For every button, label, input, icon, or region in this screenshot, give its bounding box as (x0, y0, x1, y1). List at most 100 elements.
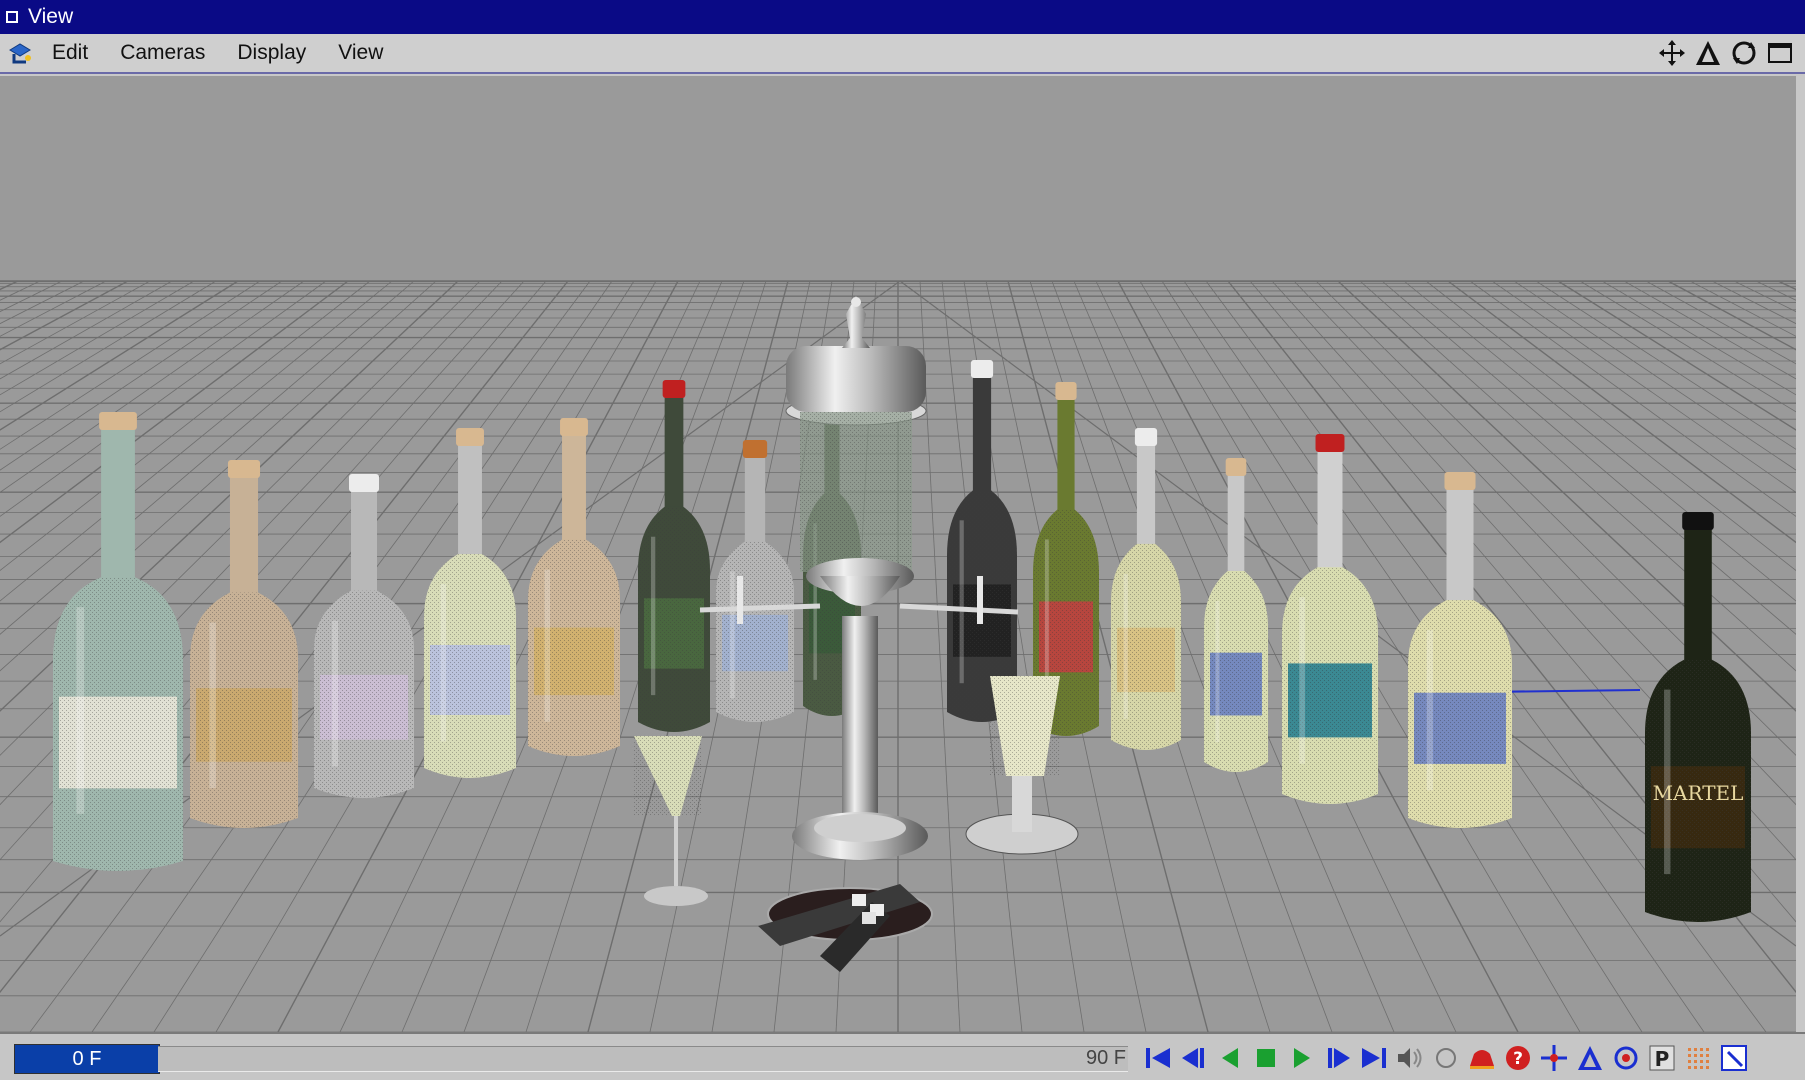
bottle[interactable]: MARTEL (1645, 512, 1751, 922)
bottle-cap (456, 428, 484, 446)
next-key-icon[interactable] (1322, 1042, 1354, 1074)
bottle[interactable] (424, 428, 516, 778)
title-bar: View (0, 0, 1805, 34)
grid-line (1513, 280, 1796, 471)
grid-line (0, 280, 63, 313)
rotate-view-icon[interactable] (1729, 38, 1759, 68)
rotation-key-icon[interactable] (1610, 1042, 1642, 1074)
grid-line (1469, 280, 1796, 517)
3d-viewport[interactable]: MARTEL (0, 76, 1796, 1032)
bottle-highlight (1215, 601, 1220, 743)
stop-icon[interactable] (1250, 1042, 1282, 1074)
bottle-highlight (209, 622, 216, 789)
absinthe-spoon[interactable] (758, 884, 933, 972)
viewport-nav-icons (1657, 38, 1795, 68)
timeline-slider[interactable] (158, 1046, 1128, 1072)
bottle-neck (1317, 448, 1343, 582)
bottle-neck (351, 488, 377, 605)
scale-key-icon[interactable] (1574, 1042, 1606, 1074)
cinema-app-icon[interactable] (6, 38, 36, 68)
bottle-highlight (650, 536, 656, 696)
bottle-neck (1227, 472, 1245, 586)
end-frame-label: 90 F (1085, 1047, 1126, 1069)
bottle-neck (1684, 526, 1712, 674)
position-key-icon[interactable] (1538, 1042, 1570, 1074)
parameter-key-icon[interactable]: P (1646, 1042, 1678, 1074)
bottle[interactable] (1204, 458, 1268, 772)
svg-text:?: ? (1513, 1049, 1523, 1069)
point-level-icon[interactable] (1682, 1042, 1714, 1074)
bottle-cap (662, 380, 686, 398)
play-backward-icon[interactable] (1214, 1042, 1246, 1074)
record-icon[interactable] (1430, 1042, 1462, 1074)
bottle-highlight (332, 620, 338, 767)
menu-cameras[interactable]: Cameras (118, 39, 207, 67)
window-title: View (28, 5, 74, 28)
maximize-view-icon[interactable] (1765, 38, 1795, 68)
bottle[interactable] (190, 460, 298, 828)
bottle-neck (1446, 486, 1474, 615)
play-forward-icon[interactable] (1286, 1042, 1318, 1074)
go-to-start-icon[interactable] (1142, 1042, 1174, 1074)
bottle-cap (349, 474, 379, 492)
record-mode-icon[interactable] (1718, 1042, 1750, 1074)
timeline-bar: 0 F 90 F ? P (0, 1032, 1805, 1080)
grid-line (1491, 280, 1796, 493)
bottle-neck (972, 374, 992, 505)
bottle[interactable] (947, 360, 1017, 722)
bottle-highlight (1044, 539, 1049, 699)
bottle-cap (1682, 512, 1714, 530)
bottle[interactable] (638, 380, 710, 732)
bottle-highlight (1426, 630, 1433, 791)
menu-display[interactable]: Display (235, 39, 308, 67)
playback-controls: ? P (1142, 1042, 1750, 1074)
current-frame-field[interactable]: 0 F (14, 1044, 160, 1074)
sound-icon[interactable] (1394, 1042, 1426, 1074)
bottle-cap (227, 460, 261, 478)
grid-line (1733, 280, 1796, 313)
scene-canvas[interactable]: MARTEL (0, 76, 1796, 1032)
bottle-neck (458, 442, 482, 568)
move-view-icon[interactable] (1657, 38, 1687, 68)
bottle-highlight (440, 584, 447, 742)
bottle-cap (1134, 428, 1158, 446)
bottle[interactable] (314, 474, 414, 798)
bottle-highlight (76, 607, 85, 814)
grid-line (0, 280, 41, 301)
bottle-highlight (730, 571, 735, 699)
bottle-label-text: MARTEL (1653, 781, 1744, 805)
bottle-neck (101, 426, 135, 592)
bottle[interactable] (53, 412, 183, 871)
bottle-cap (742, 440, 768, 458)
bottle[interactable] (528, 418, 620, 756)
bottle-highlight (1123, 573, 1128, 719)
grid-line (1755, 280, 1796, 301)
go-to-end-icon[interactable] (1358, 1042, 1390, 1074)
window-menu-icon[interactable] (6, 11, 18, 23)
menu-bar: Edit Cameras Display View (0, 34, 1805, 74)
autokey-icon[interactable] (1466, 1042, 1498, 1074)
bottle-cap (560, 418, 588, 436)
bottle-cap (1444, 472, 1476, 490)
bottle-neck (562, 432, 586, 554)
bottle[interactable] (716, 440, 794, 722)
bottle[interactable] (1111, 428, 1181, 750)
bottle-highlight (1299, 597, 1306, 764)
zoom-view-icon[interactable] (1693, 38, 1723, 68)
bottle-neck (664, 394, 684, 521)
bottle-cap (1055, 382, 1077, 400)
viewport-border (1796, 76, 1805, 1032)
bottle-cap (1225, 458, 1247, 476)
bottle-highlight (544, 569, 551, 722)
menu-view[interactable]: View (336, 39, 385, 67)
bottle-cap (1315, 434, 1345, 452)
bottle-cap (970, 360, 994, 378)
bottle-cap (99, 412, 137, 430)
svg-text:P: P (1655, 1047, 1670, 1071)
grid-line (1535, 280, 1796, 450)
menu-edit[interactable]: Edit (50, 39, 90, 67)
bottle-neck (1057, 396, 1075, 524)
previous-key-icon[interactable] (1178, 1042, 1210, 1074)
bottle[interactable] (1282, 434, 1378, 804)
help-icon[interactable]: ? (1502, 1042, 1534, 1074)
